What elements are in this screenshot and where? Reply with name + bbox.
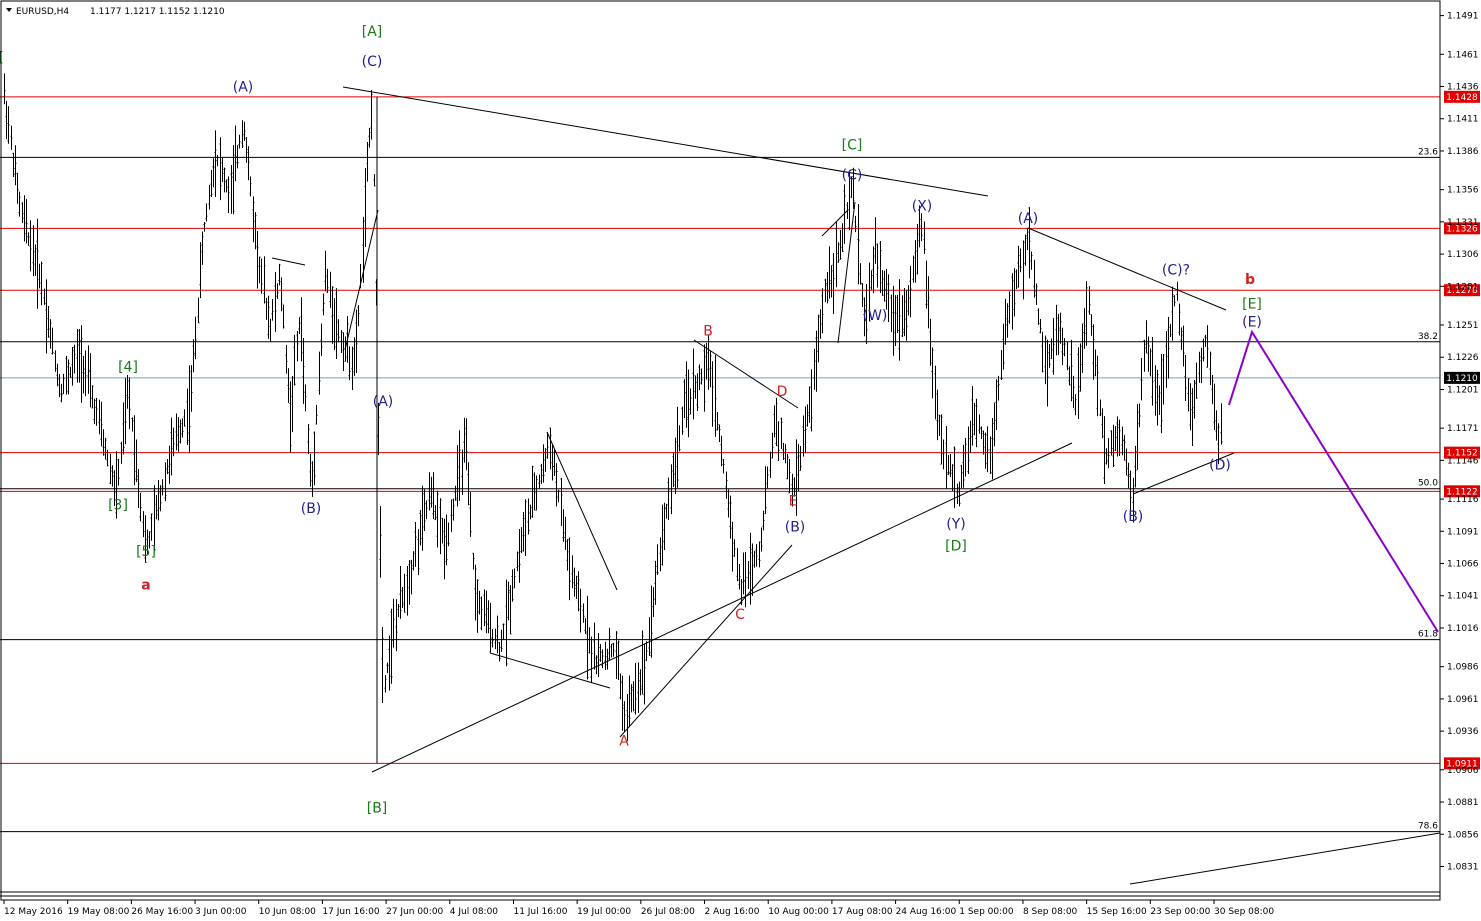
fibo-label: 23.6 [1418,147,1438,157]
time-tick-label: 15 Sep 16:00 [1087,907,1147,917]
time-tick-label: 30 Sep 08:00 [1214,907,1274,917]
wave-label: [D] [945,539,967,555]
price-tick-label: 1.0961 [1447,695,1479,705]
price-tick-label: 1.0936 [1447,727,1479,737]
wave-label: [5] [136,544,156,560]
wave-label: [A] [362,24,383,40]
time-tick-label: 10 Jun 08:00 [259,907,316,917]
price-tick-label: 1.1146 [1447,456,1479,466]
wave-label: D [777,384,788,400]
price-tick-label: 1.0986 [1447,663,1479,673]
time-tick-label: 10 Aug 00:00 [768,907,829,917]
time-tick-label: 26 May 16:00 [131,907,193,917]
price-tick-label: 1.1091 [1447,527,1479,537]
time-tick-label: 3 Jun 00:00 [195,907,247,917]
fibo-label: 61.8 [1418,630,1438,640]
time-tick-label: 26 Jul 08:00 [641,907,695,917]
wave-label: (A) [373,394,394,410]
price-tick-label: 1.1251 [1447,321,1479,331]
price-tick-label: 1.1116 [1447,495,1479,505]
time-tick-label: 8 Sep 08:00 [1023,907,1078,917]
price-tick-label: 1.1356 [1447,186,1479,196]
wave-label: (Y) [946,517,965,533]
chart-background [0,0,1481,921]
price-tag-label: 1.1428 [1446,93,1478,103]
price-tick-label: 1.1016 [1447,624,1479,634]
current-price-label: 1.1210 [1446,374,1478,384]
time-tick-label: 2 Aug 16:00 [705,907,760,917]
wave-label: C [735,607,745,623]
price-tick-label: 1.1411 [1447,115,1479,125]
price-tick-label: 1.1491 [1447,12,1479,22]
price-tick-label: 1.0906 [1447,766,1479,776]
time-tick-label: 4 Jul 08:00 [450,907,499,917]
wave-label: [3] [108,497,128,513]
wave-label: [E] [1242,296,1262,312]
wave-label: [B] [367,800,388,816]
wave-label: [4] [118,359,138,375]
price-tick-label: 1.1386 [1447,147,1479,157]
price-tick-label: 1.0856 [1447,830,1479,840]
wave-label: a [141,577,150,593]
price-tick-label: 1.1306 [1447,250,1479,260]
price-tick-label: 1.1041 [1447,592,1479,602]
wave-label: (C) [362,54,383,70]
wave-label: (B) [1123,509,1144,525]
time-tick-label: 12 May 2016 [4,907,63,917]
price-tick-label: 1.1226 [1447,353,1479,363]
price-tick-label: 1.0881 [1447,798,1479,808]
price-tick-label: 1.1436 [1447,83,1479,93]
wave-label: [C] [842,138,863,154]
time-tick-label: 27 Jun 00:00 [386,907,443,917]
wave-label: (W) [863,308,888,324]
wave-label: (A) [233,80,254,96]
wave-label: (C)? [1162,263,1190,279]
wave-label: b [1245,272,1255,288]
time-tick-label: 17 Jun 16:00 [322,907,379,917]
wave-label: (C) [842,167,863,183]
price-tick-label: 1.1331 [1447,218,1479,228]
price-tick-label: 1.1281 [1447,282,1479,292]
time-tick-label: 23 Sep 00:00 [1150,907,1210,917]
time-tick-label: 11 Jul 16:00 [513,907,567,917]
chart-title: EURUSD,H4 1.1177 1.1217 1.1152 1.1210 [6,7,225,17]
ohlc-label: 1.1177 1.1217 1.1152 1.1210 [90,7,225,17]
wave-label: (D) [1209,457,1231,473]
symbol-label: EURUSD,H4 [16,7,69,17]
wave-label: (B) [301,501,322,517]
price-tick-label: 1.1171 [1447,424,1479,434]
fibo-label: 78.6 [1418,822,1438,832]
fibo-label: 50.0 [1418,479,1438,489]
wave-label: (E) [1242,314,1262,330]
wave-label: E [789,494,798,510]
wave-label: (A) [1018,211,1039,227]
price-chart[interactable]: 1.14281.13261.12781.11521.11221.091123.6… [0,0,1481,921]
price-tick-label: 1.0831 [1447,862,1479,872]
wave-label: (B) [785,519,806,535]
time-tick-label: 1 Sep 00:00 [959,907,1014,917]
price-tick-label: 1.1201 [1447,385,1479,395]
time-tick-label: 17 Aug 08:00 [832,907,893,917]
wave-label: A [619,733,629,749]
time-tick-label: 19 Jul 00:00 [577,907,631,917]
wave-label: (X) [912,198,933,214]
wave-label: B [703,323,713,339]
price-tick-label: 1.1066 [1447,560,1479,570]
time-tick-label: 24 Aug 16:00 [896,907,957,917]
time-tick-label: 19 May 08:00 [68,907,130,917]
fibo-label: 38.2 [1418,332,1438,342]
price-tick-label: 1.1461 [1447,50,1479,60]
